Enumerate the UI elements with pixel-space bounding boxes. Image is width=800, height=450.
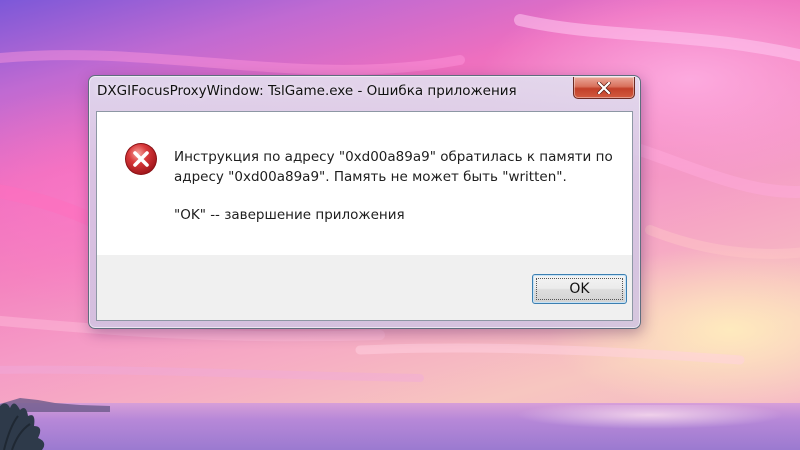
- error-dialog: DXGIFocusProxyWindow: TslGame.exe - Ошиб…: [88, 75, 641, 329]
- dialog-content: Инструкция по адресу "0xd00a89a9" обрати…: [96, 111, 633, 321]
- ok-button-label: OK: [569, 281, 590, 297]
- message-hint: "OK" -- завершение приложения: [174, 207, 405, 223]
- message-line: адресу "0xd00a89a9". Память не может быт…: [174, 169, 567, 185]
- message-spacer: [174, 187, 613, 205]
- close-button[interactable]: [573, 77, 635, 99]
- dialog-titlebar[interactable]: DXGIFocusProxyWindow: TslGame.exe - Ошиб…: [89, 76, 640, 108]
- ok-button[interactable]: OK: [532, 274, 627, 304]
- dialog-button-bar: OK: [97, 255, 632, 320]
- sea-reflection: [420, 405, 800, 450]
- close-icon: [574, 77, 634, 98]
- error-icon: [124, 142, 158, 176]
- dialog-title: DXGIFocusProxyWindow: TslGame.exe - Ошиб…: [97, 83, 517, 99]
- error-message: Инструкция по адресу "0xd00a89a9" обрати…: [174, 147, 613, 225]
- message-line: Инструкция по адресу "0xd00a89a9" обрати…: [174, 149, 613, 165]
- foreground-foliage: [0, 403, 45, 450]
